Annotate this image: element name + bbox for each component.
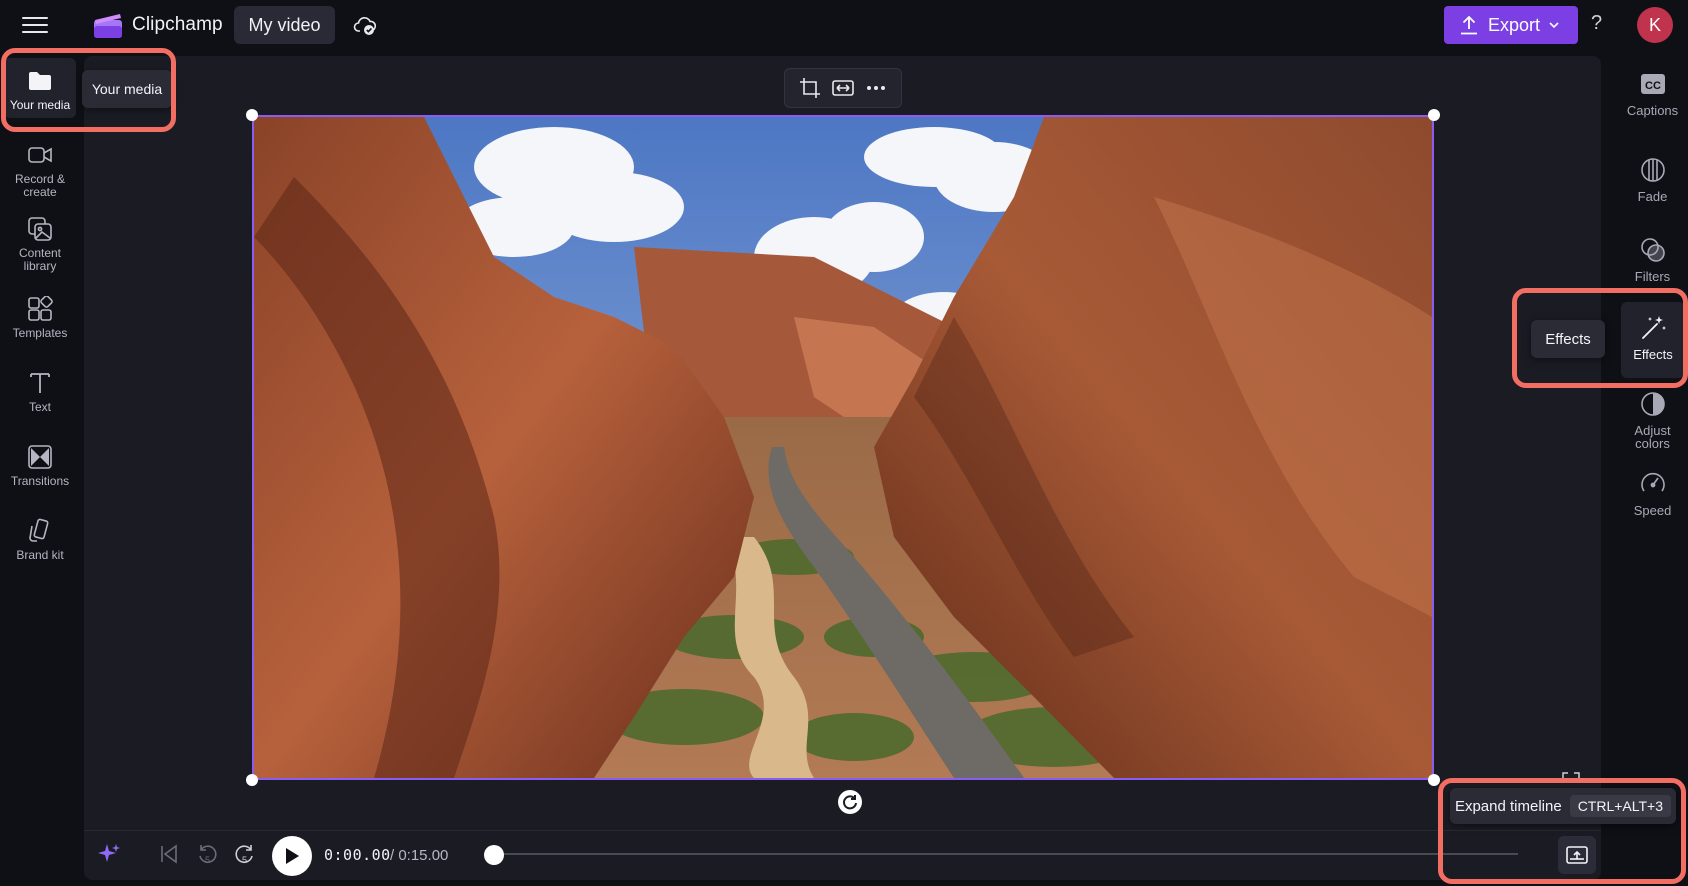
export-label: Export xyxy=(1488,14,1541,35)
magic-wand-icon xyxy=(1642,316,1666,339)
resize-handle-bottom-right[interactable] xyxy=(1428,774,1440,786)
captions-icon: CC xyxy=(1640,74,1665,94)
project-title-button[interactable]: My video xyxy=(234,6,335,44)
tooltip-text: Expand timeline xyxy=(1454,797,1562,815)
sidebar-item-label: Transitions xyxy=(10,474,70,488)
panel-item-label: Captions xyxy=(1626,103,1679,118)
canyon-video-frame xyxy=(254,117,1432,778)
folder-icon xyxy=(29,72,51,90)
sidebar-item-your-media[interactable]: Your media xyxy=(4,58,76,118)
export-button[interactable]: Export xyxy=(1444,6,1578,44)
expand-timeline-icon xyxy=(1566,846,1588,864)
fade-icon xyxy=(1640,158,1665,182)
panel-item-label-2: colors xyxy=(1635,436,1670,451)
panel-item-label: Speed xyxy=(1633,503,1672,518)
tooltip-your-media: Your media xyxy=(82,70,172,108)
speed-icon xyxy=(1640,472,1665,492)
rotate-icon xyxy=(843,795,857,810)
resize-handle-top-left[interactable] xyxy=(246,109,258,121)
sidebar-item-text[interactable]: Text xyxy=(4,370,76,414)
tooltip-text: Your media xyxy=(91,81,163,97)
more-options-icon[interactable] xyxy=(865,77,887,99)
panel-item-fade[interactable]: Fade xyxy=(1617,156,1688,203)
sidebar-item-label: Templates xyxy=(12,326,68,340)
sidebar-item-record-create[interactable]: Record & create xyxy=(4,142,76,199)
crop-icon[interactable] xyxy=(799,77,821,99)
video-preview-canvas[interactable] xyxy=(252,115,1434,780)
svg-text:5: 5 xyxy=(242,855,247,865)
sidebar-item-transitions[interactable]: Transitions xyxy=(4,444,76,488)
top-bar: Clipchamp My video Export ? K xyxy=(0,0,1688,50)
total-time: / 0:15.00 xyxy=(390,847,449,864)
panel-item-captions[interactable]: CC Captions xyxy=(1617,70,1688,117)
sidebar-item-brand-kit[interactable]: Brand kit xyxy=(4,518,76,562)
tooltip-effects: Effects xyxy=(1531,320,1605,358)
play-button[interactable] xyxy=(272,836,312,876)
app-name: Clipchamp xyxy=(132,14,223,35)
panel-item-speed[interactable]: Speed xyxy=(1617,470,1688,517)
seek-thumb[interactable] xyxy=(484,845,504,865)
panel-item-label: Filters xyxy=(1634,269,1671,284)
forward-5-icon[interactable]: 5 xyxy=(233,842,257,866)
transitions-icon xyxy=(28,445,52,469)
text-icon xyxy=(30,373,50,393)
keyboard-shortcut: CTRL+ALT+3 xyxy=(1569,795,1672,817)
adjust-colors-icon xyxy=(1640,392,1665,416)
sidebar-item-content-library[interactable]: Content library xyxy=(4,216,76,273)
current-time: 0:00.00 xyxy=(324,846,391,864)
right-sidebar: CC Captions Fade Filters Effects Adjust … xyxy=(1617,56,1688,886)
svg-text:CC: CC xyxy=(1645,80,1661,92)
ai-sparkle-icon[interactable] xyxy=(97,842,121,866)
sidebar-item-templates[interactable]: Templates xyxy=(4,296,76,340)
upload-icon xyxy=(1461,15,1477,35)
clipchamp-logo xyxy=(94,14,122,38)
avatar[interactable]: K xyxy=(1637,7,1673,43)
hamburger-menu-icon[interactable] xyxy=(22,14,48,36)
sidebar-item-label-2: create xyxy=(23,185,57,199)
video-camera-icon xyxy=(28,147,52,163)
panel-item-filters[interactable]: Filters xyxy=(1617,236,1688,283)
sidebar-item-label-2: library xyxy=(23,259,57,273)
filters-icon xyxy=(1640,238,1665,262)
sidebar-item-label: Brand kit xyxy=(16,548,64,562)
tooltip-text: Effects xyxy=(1545,330,1591,348)
cloud-saved-icon[interactable] xyxy=(353,13,377,37)
preview-toolbar xyxy=(784,68,902,108)
panel-item-effects[interactable]: Effects xyxy=(1621,302,1685,378)
resize-handle-bottom-left[interactable] xyxy=(246,774,258,786)
sidebar-item-label: Text xyxy=(28,400,51,414)
panel-item-label: Fade xyxy=(1637,189,1668,204)
panel-item-adjust-colors[interactable]: Adjust colors xyxy=(1617,390,1688,450)
seek-bar[interactable] xyxy=(494,853,1518,855)
content-library-icon xyxy=(28,217,52,241)
tooltip-expand-timeline: Expand timeline CTRL+ALT+3 xyxy=(1450,788,1676,824)
skip-to-start-icon[interactable] xyxy=(157,842,181,866)
brand-kit-icon xyxy=(29,518,49,542)
rotate-handle[interactable] xyxy=(838,790,862,814)
resize-handle-top-right[interactable] xyxy=(1428,109,1440,121)
svg-text:5: 5 xyxy=(205,855,210,865)
expand-timeline-button[interactable] xyxy=(1558,836,1596,874)
templates-icon xyxy=(28,296,53,321)
chevron-down-icon xyxy=(1549,22,1559,29)
sidebar-item-label: Your media xyxy=(9,98,71,112)
help-icon[interactable]: ? xyxy=(1591,12,1602,35)
fit-icon[interactable] xyxy=(832,77,854,99)
play-icon xyxy=(286,848,299,864)
panel-item-label: Effects xyxy=(1633,347,1673,362)
rewind-5-icon[interactable]: 5 xyxy=(195,842,219,866)
left-sidebar: Your media Record & create Content libra… xyxy=(0,56,80,886)
